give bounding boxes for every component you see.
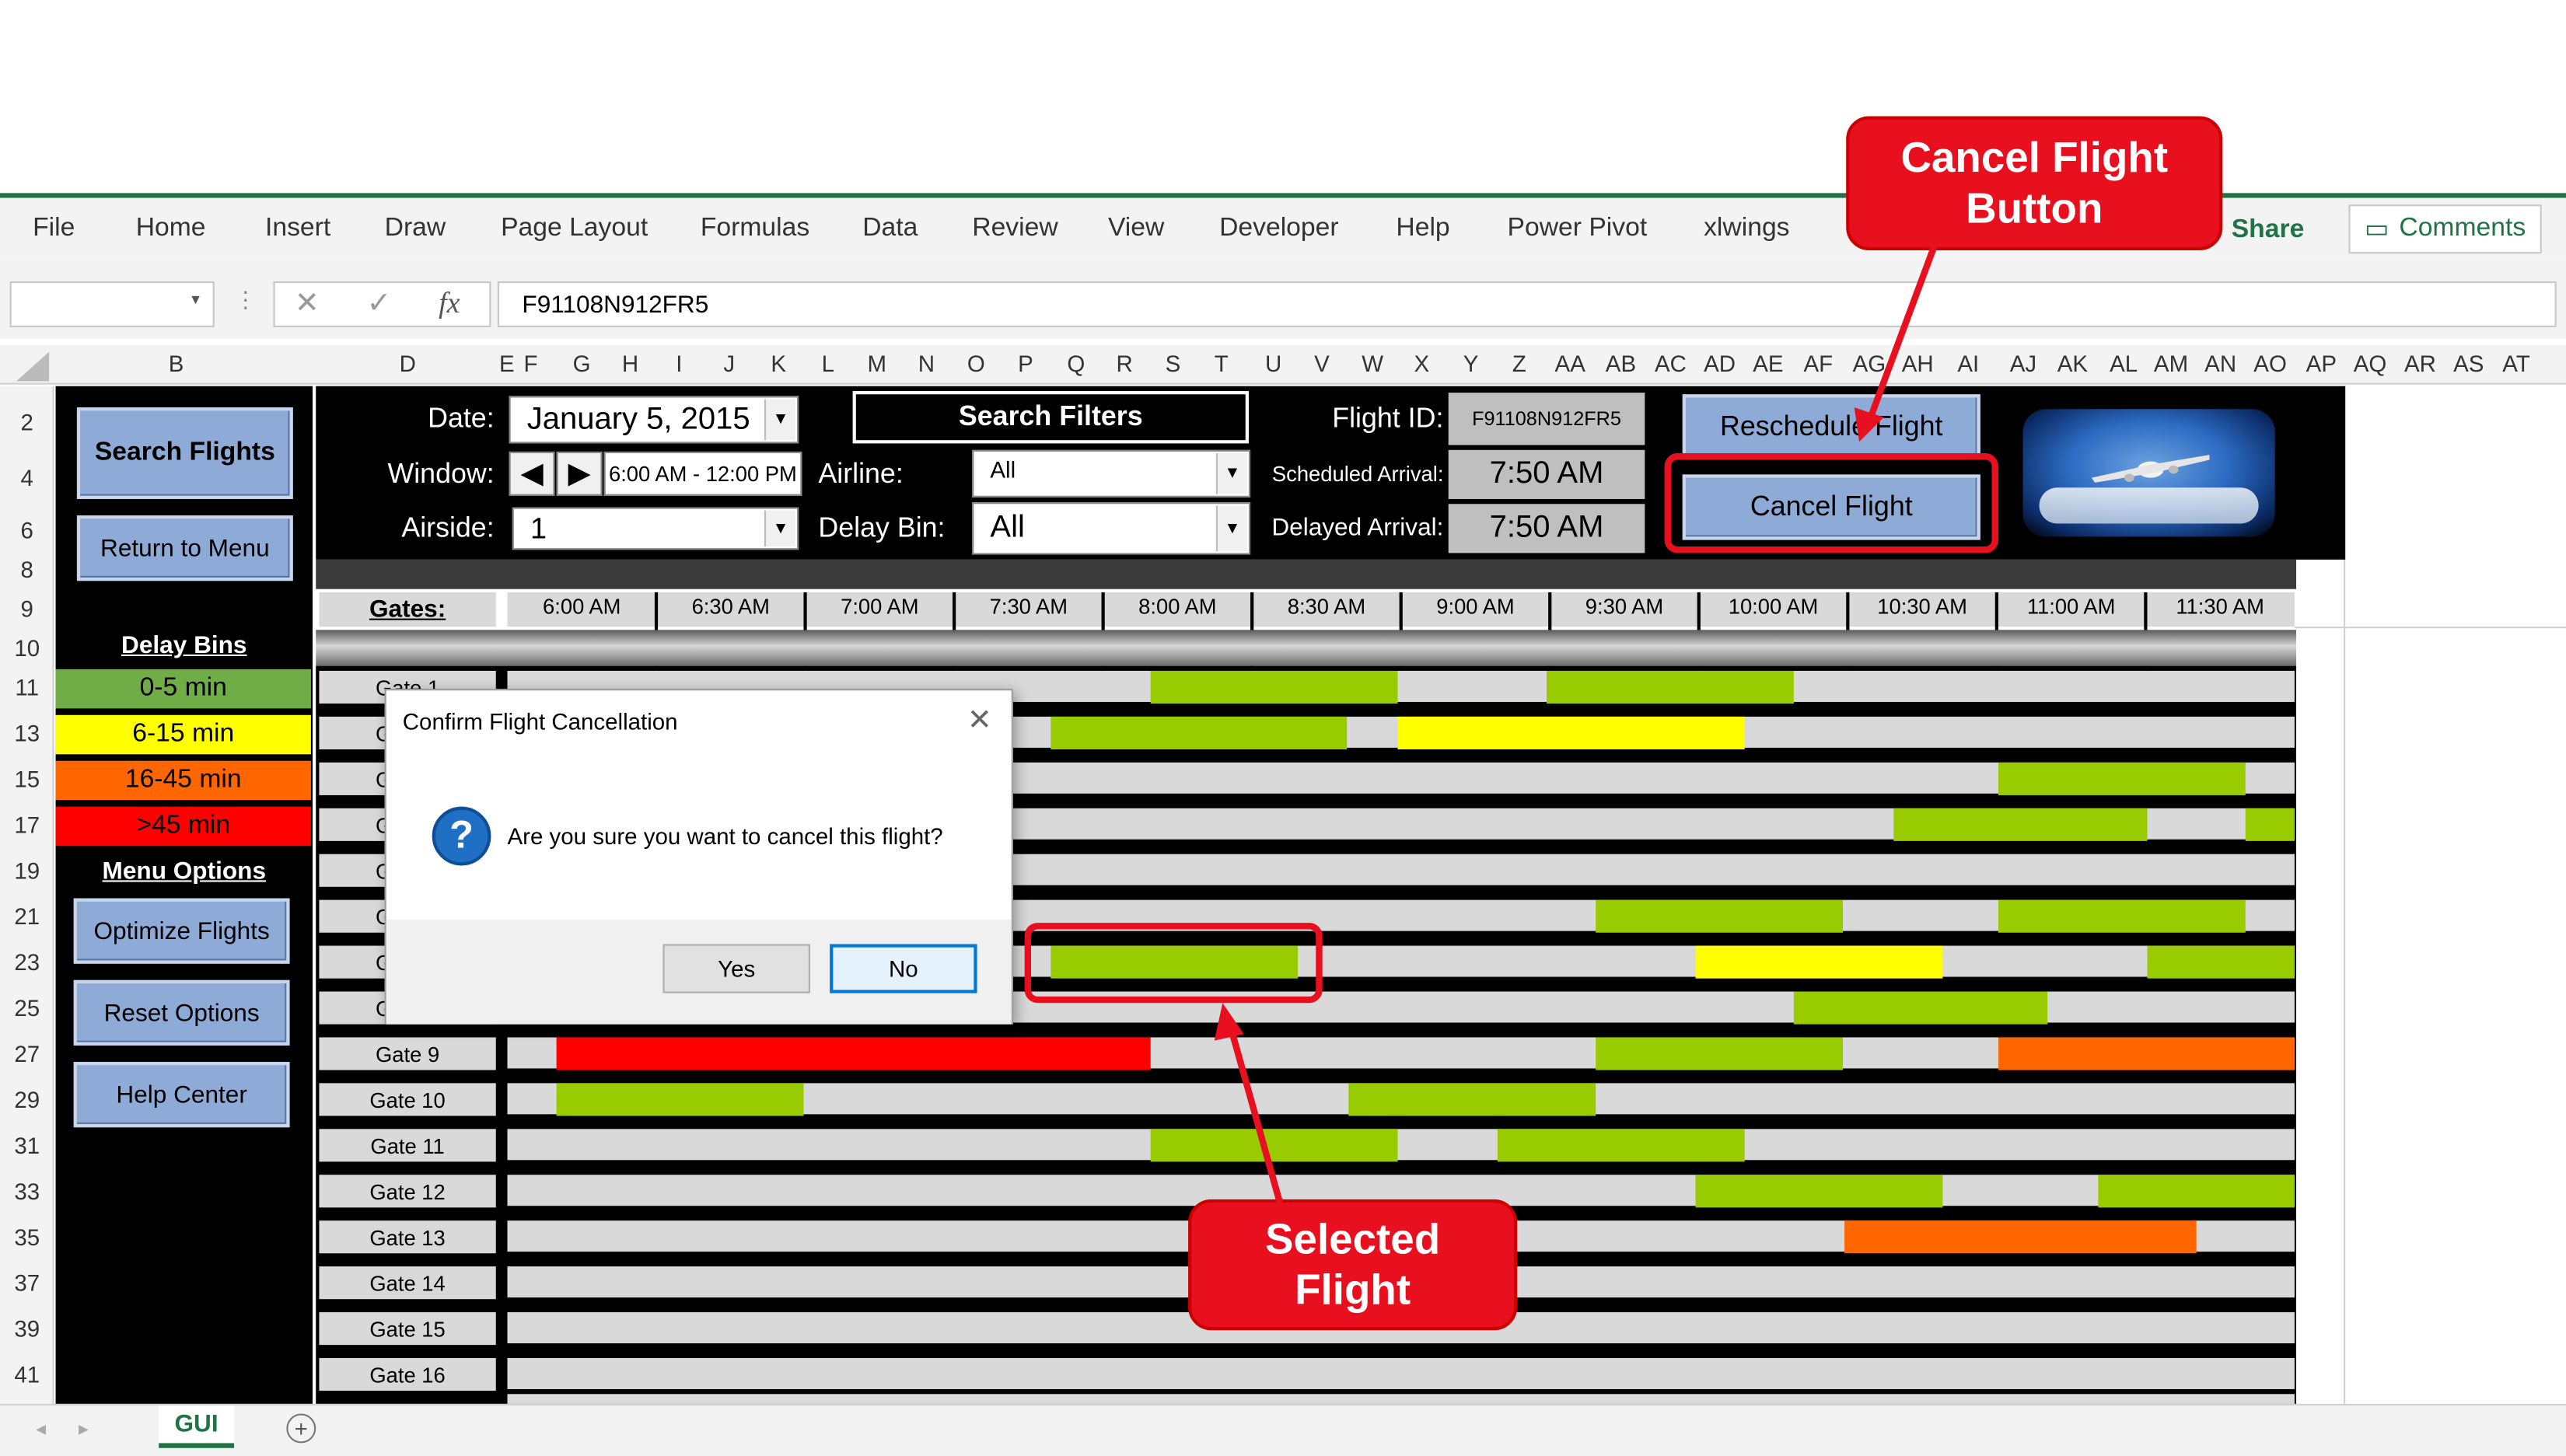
add-sheet-icon[interactable]: +	[286, 1413, 316, 1444]
question-icon: ?	[432, 806, 491, 866]
sheet-tab-bar: ◂ ▸ GUI +	[0, 1403, 2566, 1456]
arrow-line	[1227, 1026, 1284, 1204]
yes-button[interactable]: Yes	[662, 944, 810, 993]
dialog-title: Confirm Flight Cancellation	[402, 708, 678, 735]
excel-window: File Home Insert Draw Page Layout Formul…	[0, 0, 2566, 1456]
no-button[interactable]: No	[830, 944, 977, 993]
sheet-tab-gui[interactable]: GUI	[159, 1405, 234, 1448]
confirm-dialog: Confirm Flight Cancellation ✕ ? Are you …	[384, 689, 1013, 1025]
dialog-message: Are you sure you want to cancel this fli…	[507, 822, 943, 850]
dialog-footer: Yes No	[386, 919, 1012, 1025]
close-icon[interactable]: ✕	[967, 704, 992, 738]
arrow-head-icon	[1854, 407, 1884, 442]
arrow-head-icon	[1214, 1003, 1244, 1041]
scroll-left-icon[interactable]: ◂	[36, 1417, 46, 1440]
scroll-right-icon[interactable]: ▸	[79, 1417, 89, 1440]
arrow-line	[1867, 244, 1938, 419]
